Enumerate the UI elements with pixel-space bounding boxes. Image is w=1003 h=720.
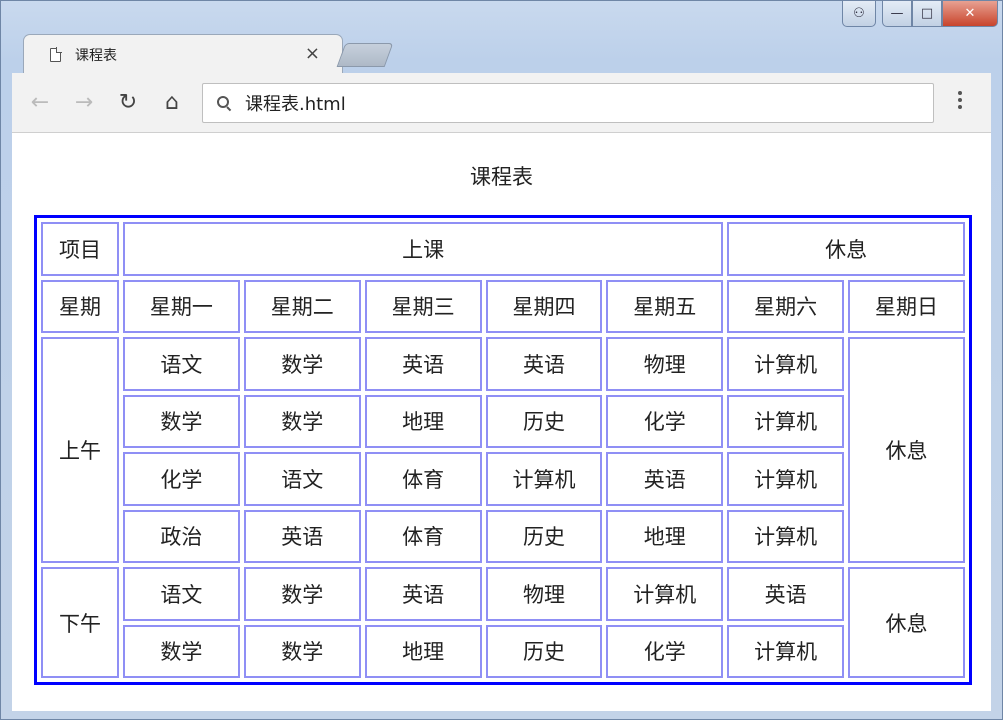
- page-icon: [50, 48, 61, 62]
- course-cell: 历史: [485, 509, 603, 563]
- day-header: 星期四: [485, 279, 603, 333]
- minimize-button[interactable]: —: [882, 1, 912, 27]
- table-row: 上午 语文 数学 英语 英语 物理 计算机 休息: [41, 337, 965, 563]
- user-icon[interactable]: ⚇: [842, 1, 876, 27]
- course-cell: 语文: [243, 452, 361, 506]
- course-cell: 历史: [485, 394, 603, 448]
- table-row: 政治 英语 体育 历史 地理 计算机: [41, 509, 965, 563]
- course-cell: 数学: [243, 624, 361, 678]
- course-cell: 数学: [243, 394, 361, 448]
- course-cell: 计算机: [606, 567, 724, 621]
- address-input[interactable]: [243, 91, 847, 115]
- home-icon[interactable]: ⌂: [158, 89, 186, 117]
- browser-window: 课程表 × ⚇ — □ ✕ ← → ↻ ⌂ 课程表 项目上课休息星期星期一星期二…: [0, 0, 1003, 720]
- address-bar[interactable]: [202, 83, 934, 123]
- day-label: 星期: [41, 279, 119, 333]
- sunday-rest-morning: 休息: [848, 337, 965, 563]
- reload-icon[interactable]: ↻: [114, 89, 142, 117]
- maximize-button[interactable]: □: [912, 1, 942, 27]
- sunday-rest-afternoon: 休息: [848, 567, 965, 678]
- day-header: 星期一: [123, 279, 240, 333]
- day-header: 星期五: [606, 279, 724, 333]
- course-cell: 数学: [123, 394, 240, 448]
- tab-title: 课程表: [75, 48, 117, 64]
- close-button[interactable]: ✕: [942, 1, 998, 27]
- tab-close-icon[interactable]: ×: [305, 43, 320, 65]
- course-cell: 化学: [606, 394, 724, 448]
- forward-icon[interactable]: →: [70, 89, 98, 117]
- course-cell: 化学: [606, 624, 724, 678]
- course-cell: 计算机: [727, 337, 845, 391]
- course-cell: 地理: [364, 394, 482, 448]
- header-class: 上课: [123, 222, 724, 276]
- schedule-table: 项目 上课 休息 星期 星期一 星期二 星期三 星期四 星期五 星期六 星期日 上午 语文 数学 英语 英语物…: [34, 215, 972, 685]
- course-cell: 计算机: [727, 452, 845, 506]
- tab-active[interactable]: 课程表 ×: [23, 34, 343, 74]
- table-row: 下午 语文 数学 英语 物理 计算机 英语 休息: [41, 567, 965, 678]
- table-row: 化学 语文 体育 计算机 英语 计算机: [41, 452, 965, 506]
- day-header: 星期三: [364, 279, 482, 333]
- course-cell: 政治: [123, 509, 240, 563]
- course-cell: 英语: [727, 567, 845, 621]
- browser-toolbar: ← → ↻ ⌂: [12, 73, 991, 133]
- course-cell: 体育: [364, 452, 482, 506]
- course-cell: 英语: [364, 567, 482, 621]
- header-row: 项目 上课 休息: [41, 222, 965, 276]
- course-cell: 数学: [123, 624, 240, 678]
- course-cell: 历史: [485, 624, 603, 678]
- back-icon[interactable]: ←: [26, 89, 54, 117]
- course-cell: 英语: [606, 452, 724, 506]
- course-cell: 计算机: [485, 452, 603, 506]
- header-rest: 休息: [727, 222, 965, 276]
- page-viewport: 课程表 项目 上课 休息 星期 星期一 星期二 星期三 星期四 星期五 星期六 星期日 上午 语文 数学英…: [12, 133, 991, 711]
- course-cell: 语文: [123, 567, 240, 621]
- course-cell: 物理: [485, 567, 603, 621]
- course-cell: 地理: [606, 509, 724, 563]
- course-cell: 物理: [606, 337, 724, 391]
- course-cell: 语文: [123, 337, 240, 391]
- day-row: 星期 星期一 星期二 星期三 星期四 星期五 星期六 星期日: [41, 279, 965, 333]
- tab-strip: 课程表 × ⚇ — □ ✕: [1, 1, 1002, 74]
- course-cell: 地理: [364, 624, 482, 678]
- page-title: 课程表: [470, 165, 533, 189]
- course-cell: 英语: [364, 337, 482, 391]
- window-controls: ⚇ — □ ✕: [842, 1, 998, 31]
- course-cell: 英语: [485, 337, 603, 391]
- course-cell: 计算机: [727, 624, 845, 678]
- menu-icon[interactable]: [957, 91, 963, 109]
- period-morning: 上午: [41, 337, 119, 563]
- search-icon: [217, 96, 231, 110]
- course-cell: 计算机: [727, 394, 845, 448]
- table-row: 数学 数学 地理 历史 化学 计算机: [41, 394, 965, 448]
- table-row: 数学 数学 地理 历史 化学 计算机: [41, 624, 965, 678]
- day-header: 星期六: [727, 279, 845, 333]
- day-header: 星期日: [848, 279, 965, 333]
- day-header: 星期二: [243, 279, 361, 333]
- period-afternoon: 下午: [41, 567, 119, 678]
- course-cell: 英语: [243, 509, 361, 563]
- course-cell: 化学: [123, 452, 240, 506]
- new-tab-button[interactable]: [336, 43, 394, 67]
- course-cell: 计算机: [727, 509, 845, 563]
- course-cell: 体育: [364, 509, 482, 563]
- course-cell: 数学: [243, 567, 361, 621]
- header-item: 项目: [41, 222, 119, 276]
- course-cell: 数学: [243, 337, 361, 391]
